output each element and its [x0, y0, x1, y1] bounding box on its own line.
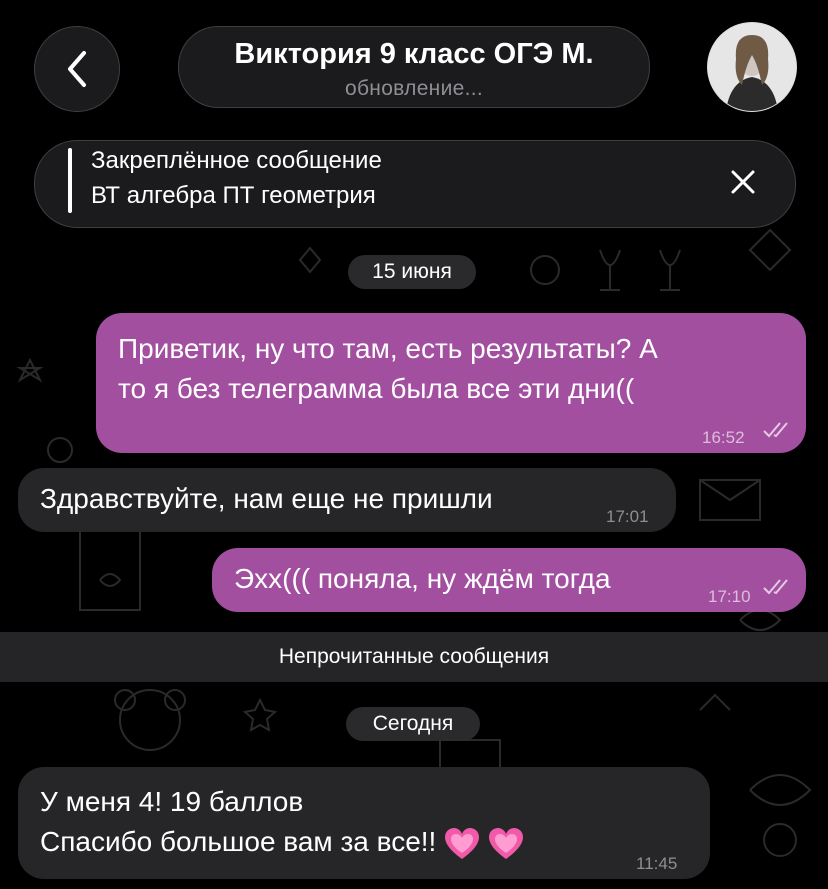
message-time: 16:52 — [702, 428, 745, 447]
message-text: У меня 4! 19 баллов — [40, 786, 304, 817]
chat-title-pill[interactable]: Виктория 9 класс ОГЭ М. обновление... — [178, 26, 650, 108]
double-check-icon — [763, 422, 788, 438]
message-bubble-incoming[interactable]: У меня 4! 19 баллов Спасибо большое вам … — [18, 767, 710, 879]
pinned-text: ВТ алгебра ПТ геометрия — [91, 182, 376, 209]
date-separator: Сегодня — [346, 707, 480, 741]
message-text: Эхх((( поняла, ну ждём тогда — [234, 563, 611, 594]
back-button[interactable] — [34, 26, 120, 112]
message-time: 11:45 — [636, 854, 678, 873]
chat-status: обновление... — [344, 77, 483, 100]
sparkling-heart-icon — [488, 827, 523, 859]
contact-avatar[interactable] — [707, 22, 797, 112]
message-bubble-outgoing[interactable]: Приветик, ну что там, есть результаты? А… — [96, 313, 806, 453]
chevron-left-icon — [68, 51, 86, 87]
close-icon[interactable] — [727, 166, 759, 198]
message-text: Приветик, ну что там, есть результаты? А — [118, 333, 658, 364]
message-time: 17:10 — [708, 587, 751, 606]
pinned-title: Закреплённое сообщение — [91, 147, 382, 174]
pinned-message-bar[interactable]: Закреплённое сообщение ВТ алгебра ПТ гео… — [34, 140, 796, 228]
sparkling-heart-icon — [445, 827, 480, 859]
pinned-indicator — [68, 148, 72, 213]
date-separator: 15 июня — [348, 255, 476, 289]
chat-name: Виктория 9 класс ОГЭ М. — [234, 38, 594, 70]
message-bubble-outgoing[interactable]: Эхх((( поняла, ну ждём тогда 17:10 — [212, 548, 806, 612]
double-check-icon — [763, 579, 788, 595]
message-time: 17:01 — [606, 507, 649, 526]
message-text: то я без телеграмма была все эти дни(( — [118, 373, 635, 404]
message-text: Спасибо большое вам за все!! — [40, 826, 437, 857]
unread-messages-separator: Непрочитанные сообщения — [0, 632, 828, 682]
message-text: Здравствуйте, нам еще не пришли — [40, 483, 493, 514]
message-bubble-incoming[interactable]: Здравствуйте, нам еще не пришли 17:01 — [18, 468, 676, 532]
avatar-photo — [708, 23, 796, 111]
